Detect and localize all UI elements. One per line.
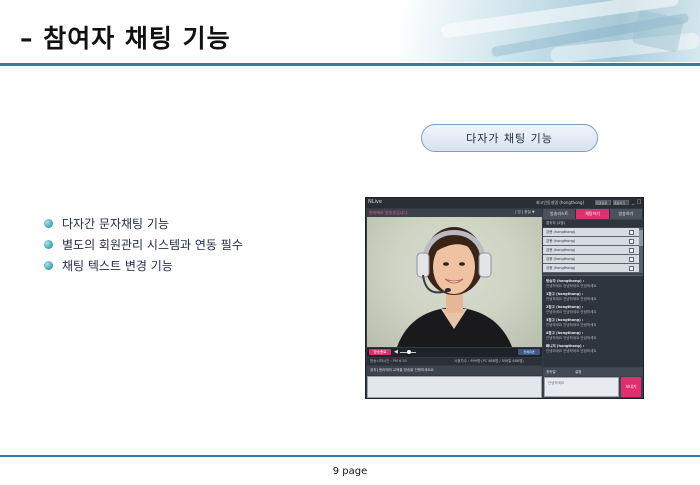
chat-message: 안녕하세요 안녕하세요 안녕하세요 xyxy=(546,310,597,314)
volume-slider-handle[interactable] xyxy=(407,350,411,354)
slide-header: – 참여자 채팅 기능 xyxy=(0,0,700,66)
chat-message: 안녕하세요 안녕하세요 안녕하세요 xyxy=(546,284,597,288)
maximize-icon[interactable]: □ xyxy=(636,199,642,205)
bullet-item: 채팅 텍스트 변경 기능 xyxy=(44,255,243,276)
device-icon xyxy=(629,248,634,253)
bullet-item: 다자간 문자채팅 기능 xyxy=(44,213,243,234)
page-number: 9 page xyxy=(332,466,368,477)
chat-message: 안녕하세요 안녕하세요 안녕하세요 xyxy=(546,349,597,353)
viewer-count: 시청자수 : 999명 (PC 888명 / 모바일 888명) xyxy=(454,359,524,363)
video-quality-control[interactable]: [ 빔 ] 중질 ▼ xyxy=(515,210,535,215)
chat-message: 안녕하세요 안녕하세요 안녕하세요 xyxy=(546,297,597,301)
chat-input-text: 안녕하세요 xyxy=(548,381,565,385)
app-logo: NLive xyxy=(368,199,382,205)
header-decoration-image xyxy=(400,0,700,64)
chat-message: 안녕하세요 안녕하세요 안녕하세요 xyxy=(546,323,597,327)
viewer-name: 강봉 (hongthong) xyxy=(546,230,576,234)
chat-log: 방송자 (hongthong) : 안녕하세요 안녕하세요 안녕하세요 1참고 … xyxy=(543,275,643,367)
tab-broadcast-list[interactable]: 방송리스트 xyxy=(543,209,577,219)
tab-broadcast[interactable]: 방송하기 xyxy=(609,209,643,219)
bullet-text: 채팅 텍스트 변경 기능 xyxy=(62,259,173,273)
chat-app-screenshot: NLive 회고인동설명 (hongthong) 환경설정 종료하기 _ □ 현… xyxy=(365,197,644,399)
viewer-list-scrollbar[interactable] xyxy=(639,228,643,273)
chat-message: 안녕하세요 안녕하세요 안녕하세요 xyxy=(546,336,597,340)
list-item[interactable]: 강봉 (hongthong) xyxy=(543,237,639,246)
viewer-name: 강봉 (hongthong) xyxy=(546,266,576,270)
list-item[interactable]: 강봉 (hongthong) xyxy=(543,228,639,237)
end-broadcast-button[interactable]: 방송종료 xyxy=(369,349,391,355)
whisper-toggle[interactable]: 귓속말 xyxy=(546,369,556,375)
list-item[interactable]: 강봉 (hongthong) xyxy=(543,246,639,255)
viewer-list: 강봉 (hongthong) 강봉 (hongthong) 강봉 (hongth… xyxy=(543,228,639,273)
speaker-icon[interactable]: ◀ xyxy=(394,349,398,355)
feature-badge: 다자가 채팅 기능 xyxy=(421,124,598,152)
viewer-name: 강봉 (hongthong) xyxy=(546,248,576,252)
page-title: – 참여자 채팅 기능 xyxy=(20,24,231,53)
sidebar-tabs: 방송리스트 채팅하기 방송하기 xyxy=(543,209,643,219)
video-player[interactable] xyxy=(367,217,542,347)
video-toolbar: 방송종료 ◀ 전체화면 xyxy=(367,348,542,357)
app-titlebar: NLive 회고인동설명 (hongthong) 환경설정 종료하기 _ □ xyxy=(366,198,643,208)
app-user-label: 회고인동설명 (hongthong) xyxy=(536,200,585,205)
list-item[interactable]: 강봉 (hongthong) xyxy=(543,264,639,273)
device-icon xyxy=(629,239,634,244)
device-icon xyxy=(629,230,634,235)
broadcast-status-row: 방송시작시간 : PM 6:30 시청자수 : 999명 (PC 888명 / … xyxy=(367,358,542,365)
chat-sidebar: 방송리스트 채팅하기 방송하기 접속자 (5명) 강봉 (hongthong) … xyxy=(543,209,643,398)
send-button[interactable]: 보내기 xyxy=(621,377,641,397)
video-header: 현라에라 방송송입니다. [ 빔 ] 중질 ▼ xyxy=(367,209,542,217)
bullet-item: 별도의 회원관리 시스템과 연동 필수 xyxy=(44,234,243,255)
chat-settings-button[interactable]: 설정 xyxy=(575,369,581,375)
notice-input[interactable] xyxy=(367,376,542,398)
bullet-text: 다자간 문자채팅 기능 xyxy=(62,217,169,231)
bullet-dot-icon xyxy=(44,240,53,249)
video-caption: 현라에라 방송송입니다. xyxy=(369,210,409,215)
viewers-header: 접속자 (5명) xyxy=(543,220,643,227)
chat-input[interactable]: 안녕하세요 xyxy=(544,377,619,397)
viewer-name: 강봉 (hongthong) xyxy=(546,257,576,261)
settings-button[interactable]: 환경설정 xyxy=(595,200,611,205)
fullscreen-button[interactable]: 전체화면 xyxy=(518,349,540,355)
broadcast-start-time: 방송시작시간 : PM 6:30 xyxy=(370,359,407,363)
device-icon xyxy=(629,257,634,262)
chat-options-bar: 귓속말 설정 xyxy=(543,368,643,376)
bullet-dot-icon xyxy=(44,219,53,228)
bullet-dot-icon xyxy=(44,261,53,270)
bullet-text: 별도의 회원관리 시스템과 연동 필수 xyxy=(62,238,243,252)
exit-button[interactable]: 종료하기 xyxy=(613,200,629,205)
tab-chat[interactable]: 채팅하기 xyxy=(576,209,610,219)
header-divider xyxy=(0,63,700,66)
viewer-name: 강봉 (hongthong) xyxy=(546,239,576,243)
list-item[interactable]: 강봉 (hongthong) xyxy=(543,255,639,264)
notice-row: 공지] 현라에라 교육을 방송을 진행하세요요 xyxy=(367,366,542,375)
presenter-video-image xyxy=(397,227,512,347)
feature-bullet-list: 다자간 문자채팅 기능 별도의 회원관리 시스템과 연동 필수 채팅 텍스트 변… xyxy=(44,213,243,276)
device-icon xyxy=(629,266,634,271)
footer-divider xyxy=(0,455,700,457)
notice-text: 공지] 현라에라 교육을 방송을 진행하세요요 xyxy=(370,368,434,372)
